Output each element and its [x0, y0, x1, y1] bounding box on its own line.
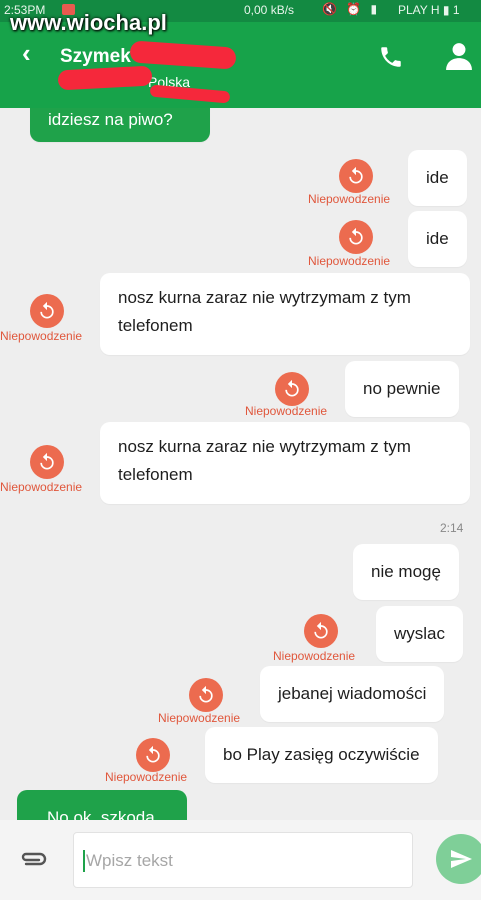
- send-button[interactable]: [436, 834, 481, 884]
- paperclip-icon[interactable]: [18, 848, 48, 870]
- contact-name[interactable]: Szymek: [60, 46, 131, 68]
- retry-icon[interactable]: [189, 678, 223, 712]
- failed-label: Niepowodzenie: [308, 192, 391, 206]
- carrier-label: PLAY H ▮ 1: [398, 3, 460, 17]
- message-incoming[interactable]: idziesz na piwo?: [30, 108, 210, 142]
- input-placeholder: Wpisz tekst: [86, 851, 173, 870]
- status-icons: 🔇 ⏰ ▮: [322, 2, 381, 16]
- retry-icon[interactable]: [30, 445, 64, 479]
- message-outgoing[interactable]: nie mogę: [353, 544, 459, 600]
- message-outgoing[interactable]: nosz kurna zaraz nie wytrzymam z tym tel…: [100, 273, 470, 355]
- failed-label: Niepowodzenie: [308, 254, 391, 268]
- failed-label: Niepowodzenie: [0, 329, 83, 343]
- message-incoming[interactable]: No ok, szkoda: [17, 790, 187, 820]
- person-icon[interactable]: [446, 42, 472, 70]
- redaction-scribble: [129, 40, 237, 70]
- failed-label: Niepowodzenie: [158, 711, 241, 725]
- message-outgoing[interactable]: ide: [408, 211, 467, 267]
- retry-icon[interactable]: [304, 614, 338, 648]
- back-icon[interactable]: ‹: [22, 38, 31, 69]
- retry-icon[interactable]: [30, 294, 64, 328]
- message-outgoing[interactable]: bo Play zasięg oczywiście: [205, 727, 438, 783]
- failed-label: Niepowodzenie: [273, 649, 356, 663]
- message-list[interactable]: idziesz na piwo? ide Niepowodzenie ide N…: [0, 108, 481, 820]
- redaction-scribble: [149, 84, 231, 104]
- text-caret: [83, 850, 85, 872]
- retry-icon[interactable]: [339, 159, 373, 193]
- message-input[interactable]: Wpisz tekst: [73, 832, 413, 888]
- retry-icon[interactable]: [275, 372, 309, 406]
- message-outgoing[interactable]: wyslac: [376, 606, 464, 662]
- watermark: www.wiocha.pl: [10, 10, 167, 35]
- message-timestamp: 2:14: [440, 521, 464, 535]
- phone-icon[interactable]: [378, 44, 404, 70]
- failed-label: Niepowodzenie: [245, 404, 328, 418]
- message-outgoing[interactable]: jebanej wiadomości: [260, 666, 445, 722]
- retry-icon[interactable]: [339, 220, 373, 254]
- message-composer: Wpisz tekst: [0, 820, 481, 900]
- send-icon: [451, 850, 472, 868]
- failed-label: Niepowodzenie: [105, 770, 188, 784]
- message-outgoing[interactable]: ide: [408, 150, 467, 206]
- message-outgoing[interactable]: nosz kurna zaraz nie wytrzymam z tym tel…: [100, 422, 470, 504]
- network-speed: 0,00 kB/s: [244, 3, 295, 17]
- message-outgoing[interactable]: no pewnie: [345, 361, 459, 417]
- retry-icon[interactable]: [136, 738, 170, 772]
- redaction-scribble: [57, 65, 153, 91]
- failed-label: Niepowodzenie: [0, 480, 83, 494]
